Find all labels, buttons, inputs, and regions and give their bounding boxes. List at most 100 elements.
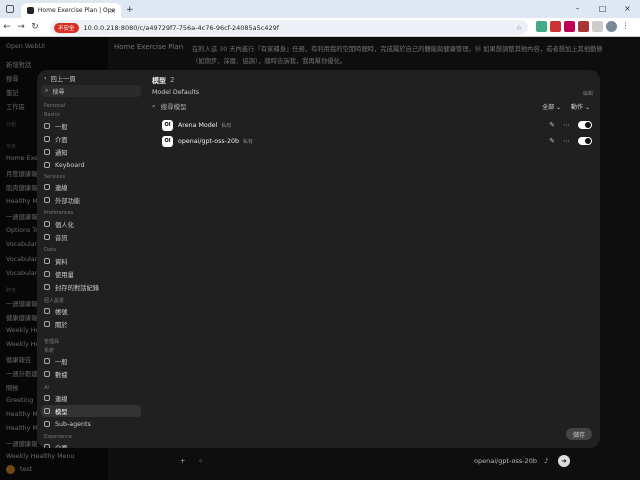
section-label: Data (44, 247, 56, 253)
item-label: 封存的對話紀錄 (55, 284, 100, 292)
back-icon[interactable]: ← (0, 22, 14, 32)
settings-item-experience-general[interactable]: 介面 (41, 441, 141, 448)
back-arrow-icon: ‹ (44, 74, 47, 82)
extension-icon[interactable] (550, 21, 561, 32)
actions-dropdown[interactable]: 動作 ⌄ (571, 102, 590, 111)
extension-icon[interactable] (564, 21, 575, 32)
settings-item-archived[interactable]: 封存的對話紀錄 (41, 281, 141, 293)
forward-icon[interactable]: → (14, 22, 28, 32)
item-label: 帳號 (55, 308, 68, 316)
settings-item-connections[interactable]: 連線 (41, 181, 141, 193)
model-enabled-toggle[interactable] (578, 121, 592, 129)
filter-all-dropdown[interactable]: 全部 ⌄ (542, 102, 561, 111)
settings-item-personalization[interactable]: 個人化 (41, 218, 141, 230)
extension-icon[interactable] (536, 21, 547, 32)
reload-icon[interactable]: ↻ (28, 22, 42, 32)
minimize-icon[interactable]: – (565, 0, 590, 16)
insecure-badge[interactable]: 不安全 (54, 22, 79, 33)
settings-item-data[interactable]: 資料 (41, 255, 141, 267)
tab-title: Home Exercise Plan | Open WebUI (37, 7, 115, 14)
settings-item-interface[interactable]: 介面 (41, 133, 141, 145)
model-owner: 私有 (221, 122, 232, 129)
address-bar[interactable]: 不安全 10.0.0.218:8080/c/a49729f7-756a-4c76… (50, 20, 528, 35)
tab-switcher-icon[interactable] (6, 5, 14, 13)
model-enabled-toggle[interactable] (578, 137, 592, 145)
settings-item-database[interactable]: 數據 (41, 368, 141, 380)
filter-label: 動作 (571, 104, 584, 111)
model-search-placeholder: 搜尋模型 (160, 103, 187, 111)
browser-chrome: Home Exercise Plan | Open WebUI × + – □ … (0, 0, 640, 37)
model-icon (44, 408, 50, 414)
model-row[interactable]: OI openai/gpt-oss-20b 私有 ✎ ⋯ (162, 134, 592, 148)
settings-item-admin-general[interactable]: 一般 (41, 355, 141, 367)
more-icon[interactable]: ⋯ (563, 121, 570, 129)
menu-dots-icon[interactable]: ⋮ (620, 21, 631, 32)
chat-input-bar: + ⁘ openai/gpt-oss-20b ♪ ➜ (170, 451, 580, 471)
profile-icon[interactable] (606, 21, 617, 32)
keyboard-icon (44, 162, 50, 168)
model-defaults-edit[interactable]: 編輯 (583, 90, 593, 97)
section-label: Services (44, 174, 66, 180)
back-button[interactable]: ‹ 回上一頁 (41, 72, 141, 84)
item-label: Sub-agents (55, 420, 91, 428)
send-button[interactable]: ➜ (558, 455, 570, 467)
info-icon (44, 321, 50, 327)
settings-item-usage[interactable]: 使用量 (41, 268, 141, 280)
models-panel: 模型 2 Model Defaults 編輯 ⌕ 搜尋模型 全部 ⌄ 動作 ⌄ … (152, 70, 600, 448)
openwebui-favicon-icon (27, 7, 34, 14)
maximize-icon[interactable]: □ (590, 0, 615, 16)
item-label: 關於 (55, 321, 68, 329)
section-label: Personal (44, 103, 66, 109)
item-label: 一般 (55, 123, 68, 131)
model-selector[interactable]: openai/gpt-oss-20b (474, 457, 537, 465)
database-icon (44, 258, 50, 264)
browser-tab[interactable]: Home Exercise Plan | Open WebUI × (21, 3, 121, 18)
section-label: 個人設置 (44, 298, 65, 304)
new-tab-button[interactable]: + (126, 5, 134, 15)
search-placeholder: 搜尋 (52, 88, 65, 96)
more-icon[interactable]: ⋯ (563, 137, 570, 145)
extension-icon[interactable] (578, 21, 589, 32)
settings-item-subagents[interactable]: Sub-agents (41, 418, 141, 430)
settings-item-notifications[interactable]: 通知 (41, 146, 141, 158)
bell-icon (44, 149, 50, 155)
edit-pencil-icon[interactable]: ✎ (549, 137, 555, 145)
item-label: 介面 (55, 136, 68, 144)
add-icon[interactable]: + (180, 457, 185, 465)
item-label: 模型 (55, 408, 68, 416)
model-filters: 全部 ⌄ 動作 ⌄ (542, 102, 590, 111)
tab-bar: Home Exercise Plan | Open WebUI × + – □ … (0, 0, 640, 18)
url-text[interactable]: 10.0.0.218:8080/c/a49729f7-756a-4c76-96c… (84, 24, 280, 32)
item-label: 通知 (55, 149, 68, 157)
settings-item-models[interactable]: 模型 (41, 405, 141, 417)
item-label: 外部功能 (55, 197, 81, 205)
settings-item-external-tools[interactable]: 外部功能 (41, 194, 141, 206)
model-logo-icon: OI (162, 135, 173, 147)
section-label: 管理員 (44, 339, 60, 345)
audio-icon (44, 234, 50, 240)
close-tab-icon[interactable]: × (110, 7, 116, 15)
edit-pencil-icon[interactable]: ✎ (549, 121, 555, 129)
section-label: Basics (44, 112, 60, 118)
settings-item-general[interactable]: 一般 (41, 120, 141, 132)
save-button[interactable]: 儲存 (566, 428, 592, 440)
model-actions: ✎ ⋯ (549, 121, 592, 129)
browser-toolbar: ← → ↻ 不安全 10.0.0.218:8080/c/a49729f7-756… (0, 18, 640, 37)
extensions-puzzle-icon[interactable] (592, 21, 603, 32)
bookmark-star-icon[interactable]: ☆ (516, 24, 522, 32)
item-label: 音訊 (55, 234, 68, 242)
tools-icon[interactable]: ⁘ (198, 457, 203, 465)
microphone-icon[interactable]: ♪ (544, 457, 548, 465)
section-label: AI (44, 385, 49, 391)
settings-item-keyboard[interactable]: Keyboard (41, 159, 141, 171)
model-row[interactable]: OI Arena Model 私有 ✎ ⋯ (162, 118, 592, 132)
settings-item-ai-connections[interactable]: 連線 (41, 392, 141, 404)
chart-icon (44, 271, 50, 277)
close-window-icon[interactable]: × (615, 0, 640, 16)
settings-item-about[interactable]: 關於 (41, 318, 141, 330)
section-label: Preferences (44, 210, 74, 216)
settings-item-audio[interactable]: 音訊 (41, 231, 141, 243)
settings-item-account[interactable]: 帳號 (41, 305, 141, 317)
settings-search-input[interactable]: ⌕ 搜尋 (41, 85, 141, 97)
model-search-input[interactable]: ⌕ 搜尋模型 (152, 101, 187, 112)
